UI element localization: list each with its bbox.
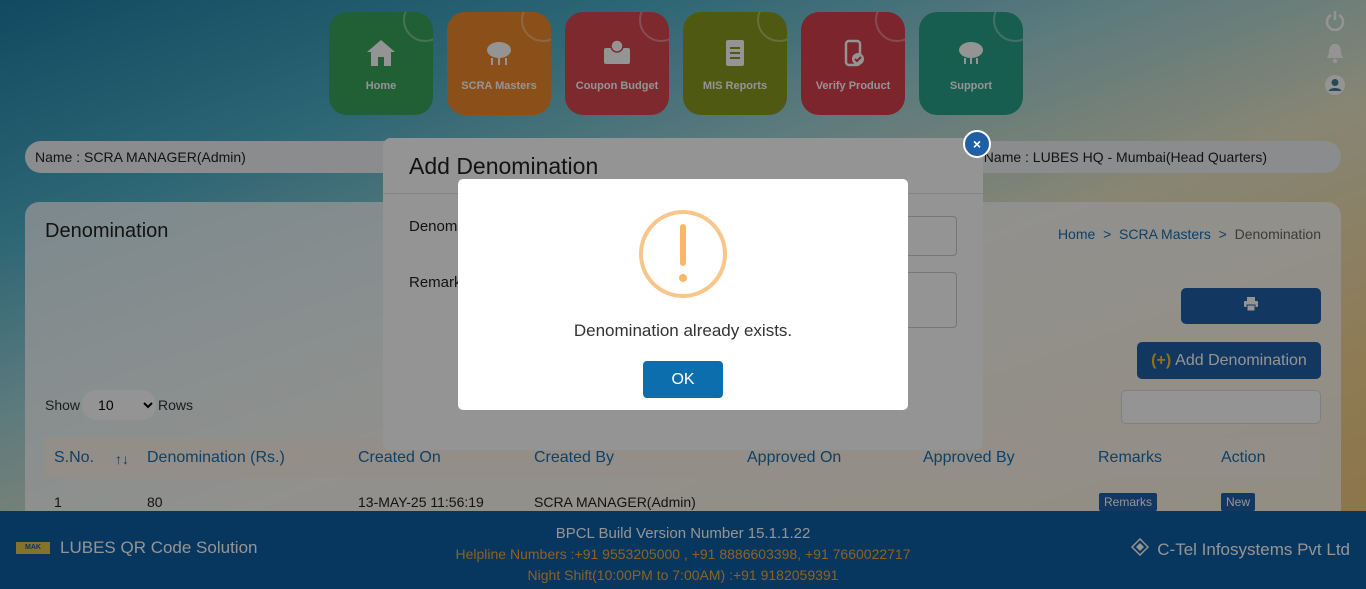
ok-button[interactable]: OK [643, 361, 723, 398]
close-icon[interactable]: × [963, 130, 991, 158]
alert-dialog: Denomination already exists. OK [458, 179, 908, 410]
alert-message: Denomination already exists. [573, 321, 793, 340]
warning-icon [639, 210, 727, 298]
